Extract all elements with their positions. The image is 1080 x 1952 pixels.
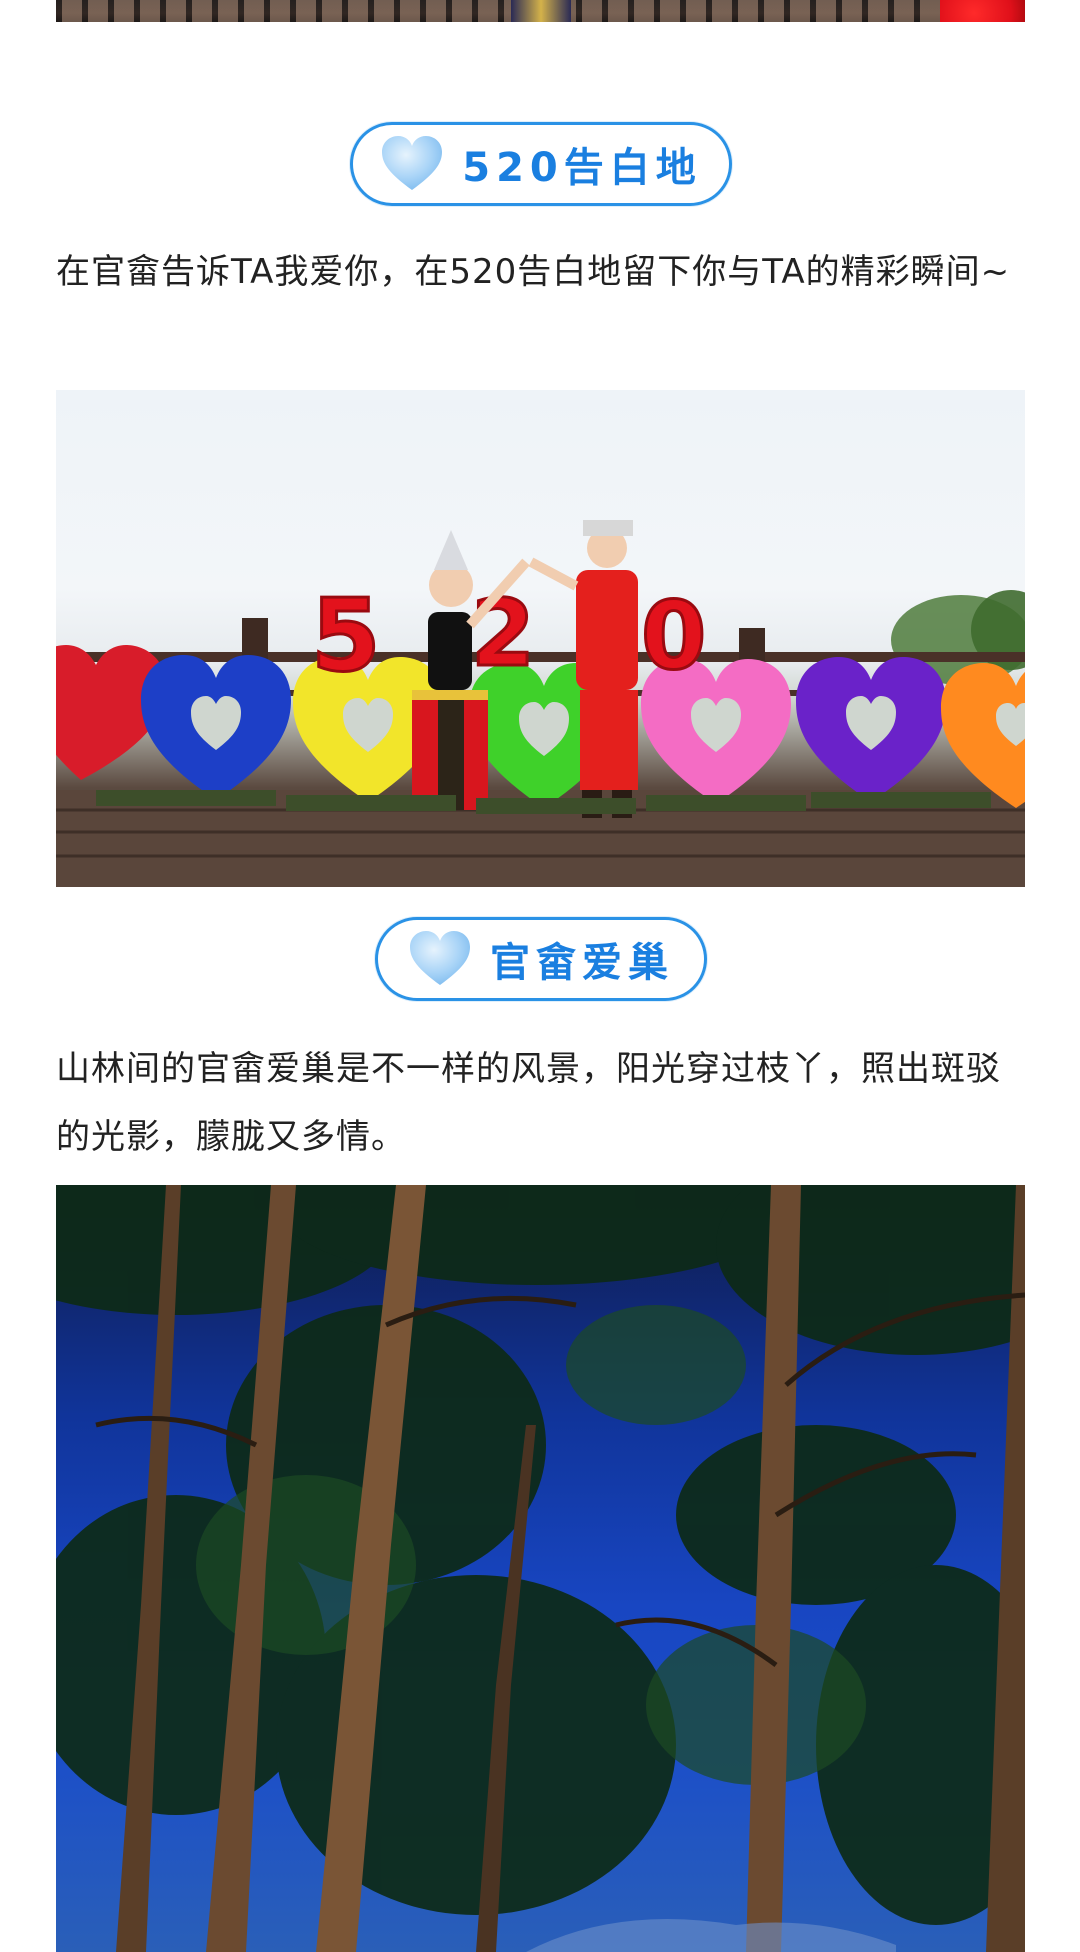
red-flower-decoration (940, 0, 1025, 22)
section-title: 520告白地 (462, 145, 702, 191)
photo-forest-illustration (56, 1185, 1025, 1952)
article-page: 520告白地 在官畲告诉TA我爱你，在520告白地留下你与TA的精彩瞬间~ 5 … (0, 0, 1080, 1952)
section-paragraph: 在官畲告诉TA我爱你，在520告白地留下你与TA的精彩瞬间~ (56, 252, 1011, 292)
section-title-pill-love-nest: 官畲爱巢 (375, 917, 707, 1001)
section-paragraph: 山林间的官畲爱巢是不一样的风景，阳光穿过枝丫，照出斑驳的光影，朦胧又多情。 (56, 1049, 1001, 1157)
svg-text:0: 0 (641, 582, 706, 691)
sign-520: 5 2 0 (310, 576, 708, 696)
svg-text:2: 2 (471, 580, 535, 687)
top-photo-cropped (56, 0, 1025, 22)
section-title: 官畲爱巢 (490, 940, 674, 986)
heart-icon (410, 931, 470, 985)
photo-forest-love-nest (56, 1185, 1025, 1952)
heart-icon (382, 136, 443, 190)
photo-520-confession-spot: 5 2 0 (56, 390, 1025, 887)
svg-text:5: 5 (311, 577, 381, 694)
decoration-figure (511, 0, 571, 22)
photo-520-illustration: 5 2 0 (56, 520, 1025, 887)
section-title-pill-520: 520告白地 (350, 122, 732, 206)
